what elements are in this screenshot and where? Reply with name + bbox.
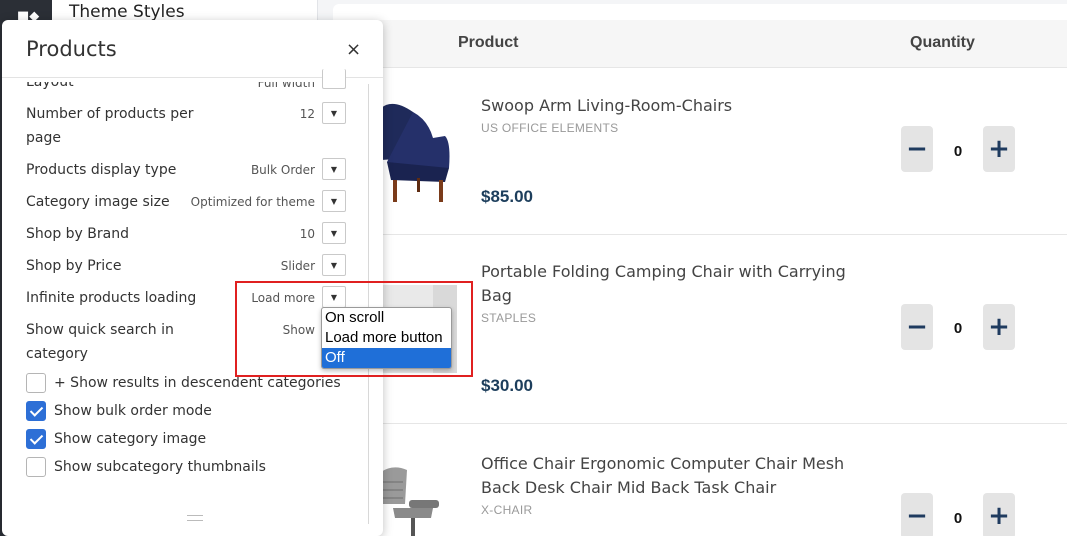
setting-label-infinite-loading: Infinite products loading — [26, 290, 197, 306]
checkbox-bulk-order-mode[interactable] — [26, 401, 46, 421]
product-price: $85.00 — [481, 187, 533, 206]
setting-label-display-type: Products display type — [26, 162, 177, 178]
setting-value-shop-by-brand: 10 — [299, 227, 315, 241]
product-image[interactable] — [373, 464, 443, 536]
close-icon[interactable]: × — [346, 39, 361, 60]
qty-increase-button[interactable]: + — [983, 126, 1015, 172]
chevron-down-icon[interactable]: ▼ — [322, 254, 346, 276]
panel-title: Products — [26, 37, 117, 61]
qty-value[interactable]: 0 — [943, 320, 973, 337]
setting-value-layout: Full width — [257, 76, 315, 90]
checkbox-label: Show subcategory thumbnails — [54, 459, 266, 475]
product-name[interactable]: Swoop Arm Living-Room-Chairs — [481, 94, 861, 118]
setting-value-category-image-size: Optimized for theme — [190, 195, 315, 209]
chevron-down-icon[interactable]: ▼ — [322, 158, 346, 180]
highlight-box — [235, 281, 473, 377]
setting-value-display-type: Bulk Order — [250, 163, 315, 177]
qty-value[interactable]: 0 — [943, 143, 973, 160]
checkbox-label: + Show results in descendent categories — [54, 375, 341, 391]
qty-decrease-button[interactable]: − — [901, 304, 933, 350]
product-name[interactable]: Portable Folding Camping Chair with Carr… — [481, 260, 861, 308]
product-name[interactable]: Office Chair Ergonomic Computer Chair Me… — [481, 452, 861, 500]
setting-label-layout: Layout — [26, 74, 74, 90]
checkbox-label: Show bulk order mode — [54, 403, 212, 419]
setting-label-shop-by-price: Shop by Price — [26, 258, 122, 274]
setting-label-quick-search: Show quick search in category — [26, 322, 174, 362]
resize-handle-icon[interactable] — [187, 515, 203, 521]
qty-increase-button[interactable]: + — [983, 304, 1015, 350]
table-row: Swoop Arm Living-Room-Chairs US OFFICE E… — [333, 68, 1067, 234]
checkbox-subcategory-thumbnails[interactable] — [26, 457, 46, 477]
checkbox-label: Show category image — [54, 431, 207, 447]
setting-label-shop-by-brand: Shop by Brand — [26, 226, 129, 242]
checkbox-descendent-categories[interactable] — [26, 373, 46, 393]
setting-value-shop-by-price: Slider — [280, 259, 315, 273]
product-brand: US OFFICE ELEMENTS — [481, 121, 619, 135]
qty-decrease-button[interactable]: − — [901, 126, 933, 172]
qty-decrease-button[interactable]: − — [901, 493, 933, 536]
product-price: $30.00 — [481, 376, 533, 395]
product-brand: X-CHAIR — [481, 503, 533, 517]
product-image[interactable] — [373, 98, 463, 208]
chevron-down-icon[interactable]: ▼ — [322, 102, 346, 124]
table-row: Office Chair Ergonomic Computer Chair Me… — [333, 424, 1067, 536]
setting-label-products-per-page: Number of products per page — [26, 106, 194, 146]
chevron-down-icon[interactable]: ▼ — [322, 190, 346, 212]
store-preview: Product Quantity Swoop Arm Living-Room-C… — [333, 4, 1067, 536]
column-header-quantity: Quantity — [910, 34, 975, 51]
dropdown-button[interactable] — [322, 69, 346, 89]
qty-increase-button[interactable]: + — [983, 493, 1015, 536]
qty-value[interactable]: 0 — [943, 510, 973, 527]
setting-label-category-image-size: Category image size — [26, 194, 170, 210]
product-brand: STAPLES — [481, 311, 537, 325]
sidebar-title: Theme Styles — [69, 2, 185, 22]
checkbox-category-image[interactable] — [26, 429, 46, 449]
chevron-down-icon[interactable]: ▼ — [322, 222, 346, 244]
table-header: Product Quantity — [333, 20, 1067, 68]
column-header-product: Product — [458, 34, 519, 51]
setting-value-products-per-page: 12 — [299, 107, 315, 121]
products-settings-panel: Products × Layout Full width Number of p… — [2, 20, 383, 536]
